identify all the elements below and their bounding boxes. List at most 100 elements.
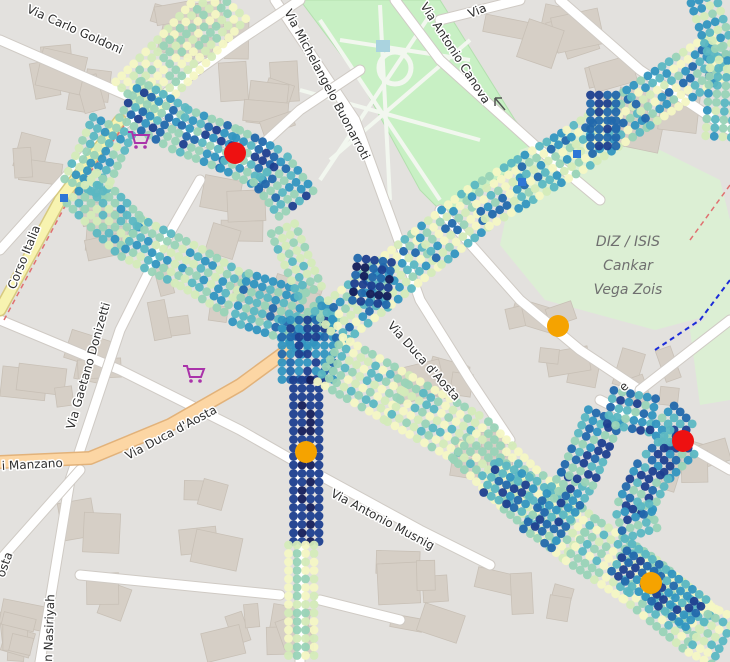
heat-dot (306, 426, 315, 436)
heat-dot (489, 179, 499, 189)
heat-dot (563, 452, 573, 461)
heat-dot (368, 272, 377, 282)
street-label-via-carlo-goldoni: Via Carlo Goldoni (25, 2, 125, 57)
heat-dot (231, 171, 241, 181)
heat-dot (623, 515, 632, 525)
heat-dot (607, 394, 617, 404)
heat-dot (286, 349, 295, 359)
cart-wheel (198, 379, 202, 383)
heat-dot (207, 114, 217, 124)
heat-dot (513, 476, 523, 486)
heat-dot (136, 252, 146, 261)
heat-dot (314, 418, 324, 427)
heat-dot (357, 402, 367, 412)
heat-dot (562, 155, 572, 164)
heat-dot (266, 312, 275, 321)
heat-dot (567, 162, 576, 172)
heat-dot (589, 435, 599, 445)
heat-dot (714, 644, 724, 653)
heat-dot (303, 341, 312, 350)
heat-dot (548, 163, 557, 173)
heat-dot (718, 636, 728, 646)
heat-dot (117, 252, 127, 261)
heat-dot (189, 259, 199, 269)
heat-dot (576, 466, 585, 476)
heat-dot (712, 89, 722, 99)
heat-dot (724, 30, 730, 40)
heat-dot (284, 642, 293, 652)
heat-dot (625, 493, 635, 503)
heat-dot (177, 121, 187, 130)
heat-dot (512, 185, 522, 194)
heat-dot (162, 255, 172, 265)
heat-dot (477, 176, 487, 186)
heat-dot (301, 617, 310, 626)
heat-dot (620, 507, 630, 517)
heat-dot (371, 361, 380, 371)
heat-dot (282, 222, 292, 232)
heat-dot (136, 233, 146, 242)
heat-dot (297, 494, 307, 504)
heat-dot (514, 204, 524, 213)
heat-dot (535, 191, 544, 201)
heat-dot (603, 133, 612, 142)
heat-dot (301, 574, 310, 584)
heat-dot (713, 81, 722, 90)
heat-dot (67, 159, 77, 169)
heat-dot (408, 373, 418, 382)
heat-dot (159, 244, 168, 254)
heat-dot (587, 462, 597, 471)
heat-dot (129, 121, 139, 131)
heat-dot (617, 489, 627, 499)
heat-dot (231, 133, 241, 143)
map-canvas[interactable]: Via Carlo Goldoni Via Michelangelo Buona… (0, 0, 730, 662)
heat-dot (277, 315, 287, 325)
street-label-via-antonio-musnig: Via Antonio Musnig (329, 486, 437, 552)
heat-dot (140, 225, 149, 235)
heat-dot (205, 141, 215, 151)
map-view[interactable]: Via Carlo Goldoni Via Michelangelo Buona… (0, 0, 730, 662)
heat-dot (204, 122, 214, 132)
heat-dot (505, 189, 515, 199)
heat-dot (311, 324, 321, 333)
heat-dot (254, 144, 264, 154)
heat-dot (711, 613, 720, 623)
heat-dot (363, 357, 373, 367)
heat-dot (284, 608, 293, 618)
heat-dot (621, 482, 631, 491)
heat-dot (63, 166, 73, 176)
heat-dot (542, 187, 552, 196)
heat-dot (75, 162, 84, 172)
heat-dot (364, 298, 374, 307)
poi-label-line-3: Vega Zois (594, 282, 663, 298)
street-label-manzano: i Manzano (1, 456, 63, 473)
heat-dot (702, 114, 712, 124)
heat-dot (633, 478, 642, 488)
heat-dot (692, 632, 701, 642)
heat-dot (320, 341, 329, 350)
heat-dot (636, 502, 646, 511)
heat-dot (309, 285, 319, 294)
heat-dot (100, 127, 110, 137)
heat-dot (420, 438, 429, 448)
heat-dot (594, 107, 604, 117)
cart-wheel (143, 145, 147, 149)
heat-dot (284, 549, 293, 558)
heat-dot (239, 312, 248, 321)
heat-dot (633, 520, 643, 530)
heat-dot (314, 511, 324, 521)
heat-dot (174, 233, 184, 242)
heat-dot (320, 381, 330, 391)
heat-dot (374, 373, 384, 382)
heat-dot (268, 277, 278, 286)
heat-dot (277, 332, 287, 342)
heat-dot (250, 133, 260, 143)
building (416, 559, 436, 591)
heat-dot (243, 129, 252, 139)
heat-dot (340, 363, 350, 373)
heat-dot (104, 139, 114, 148)
heat-dot (608, 434, 618, 443)
heat-dot (582, 451, 592, 460)
heat-dot (692, 14, 701, 24)
heat-dot (369, 399, 378, 409)
